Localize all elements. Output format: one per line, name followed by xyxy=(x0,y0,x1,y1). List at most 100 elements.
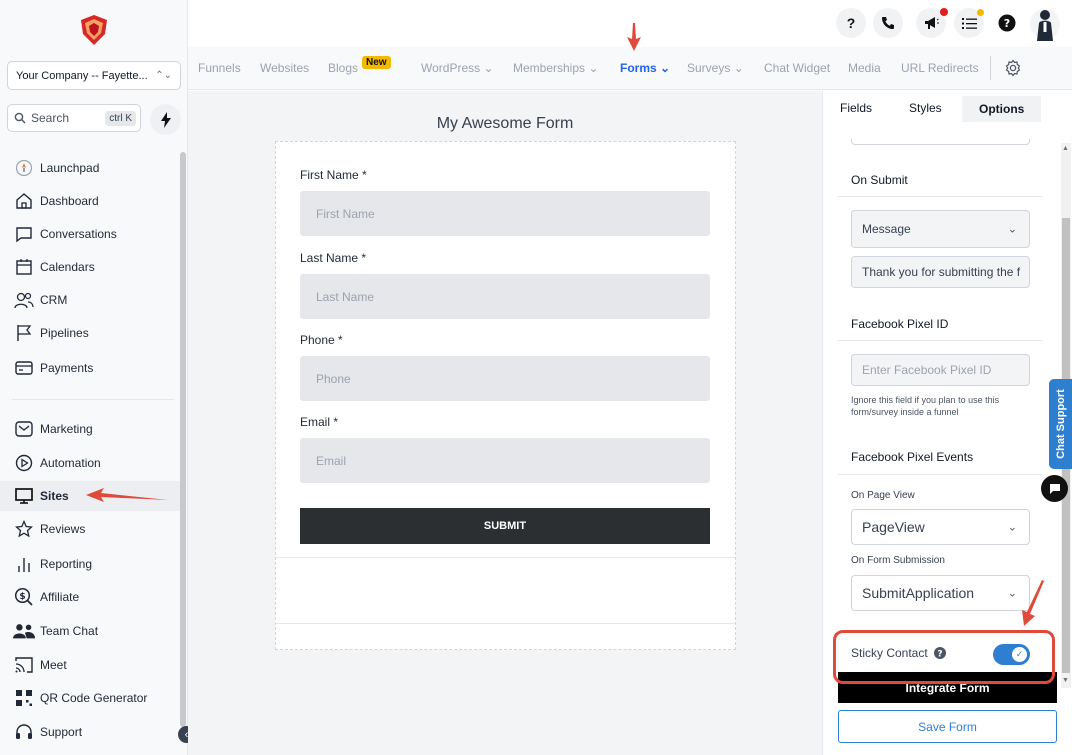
sidebar-scrollbar[interactable] xyxy=(180,152,186,727)
sidebar-item-reporting[interactable]: Reporting xyxy=(0,549,180,579)
question-button[interactable]: ? xyxy=(992,8,1022,38)
annotation-arrow-toggle xyxy=(1022,580,1044,626)
on-page-view-label: On Page View xyxy=(851,490,915,501)
tab-forms[interactable]: Forms ⌄ xyxy=(620,61,670,75)
help-button[interactable]: ? xyxy=(836,8,866,38)
on-submit-select[interactable]: Message ⌄ xyxy=(851,210,1030,248)
tasks-dot xyxy=(977,9,984,16)
sidebar-item-label: Team Chat xyxy=(40,624,99,638)
select-value: Message xyxy=(862,222,911,236)
sidebar-item-dashboard[interactable]: Dashboard xyxy=(0,186,180,216)
sidebar-item-label: Automation xyxy=(40,456,101,470)
submit-button[interactable]: SUBMIT xyxy=(300,508,710,544)
chat-support-label: Chat Support xyxy=(1054,389,1067,459)
chat-support-tab[interactable]: Chat Support xyxy=(1049,379,1072,469)
avatar[interactable] xyxy=(1030,7,1060,41)
tab-surveys[interactable]: Surveys ⌄ xyxy=(687,61,744,75)
chevron-down-icon: ⌄ xyxy=(1007,223,1017,236)
chevron-down-icon: ⌄ xyxy=(660,61,671,75)
annotation-arrow-forms xyxy=(627,23,641,51)
facebook-pixel-id-input[interactable]: Enter Facebook Pixel ID xyxy=(851,354,1030,386)
monitor-icon xyxy=(13,485,35,507)
tab-url-redirects[interactable]: URL Redirects xyxy=(901,61,979,75)
last-name-field[interactable]: Last Name xyxy=(300,274,710,319)
phone-field[interactable]: Phone xyxy=(300,356,710,401)
tab-options[interactable]: Options xyxy=(962,96,1042,122)
first-name-field[interactable]: First Name xyxy=(300,191,710,236)
sidebar-item-reviews[interactable]: Reviews xyxy=(0,514,180,544)
cast-icon xyxy=(13,654,35,676)
form-submission-event-select[interactable]: SubmitApplication ⌄ xyxy=(851,575,1030,611)
sidebar-item-label: Reviews xyxy=(40,522,86,536)
on-submit-label: On Submit xyxy=(851,173,908,187)
email-field[interactable]: Email xyxy=(300,438,710,483)
tab-wordpress[interactable]: WordPress ⌄ xyxy=(421,61,494,75)
tab-memberships[interactable]: Memberships ⌄ xyxy=(513,61,598,75)
home-icon xyxy=(13,190,35,212)
chat-bubble-button[interactable] xyxy=(1041,475,1068,502)
pixel-id-hint: Ignore this field if you plan to use thi… xyxy=(851,395,1000,417)
mail-icon xyxy=(13,418,35,440)
sidebar-item-label: QR Code Generator xyxy=(40,691,148,705)
play-icon xyxy=(13,452,35,474)
quick-actions-button[interactable] xyxy=(150,104,181,135)
sidebar-item-launchpad[interactable]: Launchpad xyxy=(0,153,180,183)
company-name: Your Company -- Fayette... xyxy=(16,69,148,82)
svg-text:$: $ xyxy=(19,592,25,602)
payments-icon xyxy=(13,357,35,379)
sidebar-item-calendars[interactable]: Calendars xyxy=(0,252,180,282)
sidebar-item-support[interactable]: Support xyxy=(0,717,180,747)
sidebar-item-team-chat[interactable]: Team Chat xyxy=(0,616,180,646)
sidebar-divider xyxy=(12,399,174,400)
search-shortcut: ctrl K xyxy=(105,110,136,126)
sidebar-item-automation[interactable]: Automation xyxy=(0,448,180,478)
tab-funnels[interactable]: Funnels xyxy=(198,61,241,75)
sidebar-item-label: Reporting xyxy=(40,557,93,571)
tab-blogs[interactable]: Blogs xyxy=(328,61,358,75)
email-label: Email * xyxy=(300,415,339,429)
company-switcher[interactable]: Your Company -- Fayette... ⌃⌄ xyxy=(7,61,181,90)
search-box[interactable]: Search ctrl K xyxy=(7,104,141,132)
page-view-event-select[interactable]: PageView ⌄ xyxy=(851,509,1030,545)
panel-divider xyxy=(838,340,1042,341)
sidebar-item-pipelines[interactable]: Pipelines xyxy=(0,318,180,348)
tab-fields[interactable]: Fields xyxy=(840,101,872,115)
sidebar-item-label: Marketing xyxy=(40,422,93,436)
team-icon xyxy=(13,620,35,642)
on-form-submission-label: On Form Submission xyxy=(851,555,945,566)
tab-label: WordPress xyxy=(421,61,481,75)
tab-styles[interactable]: Styles xyxy=(909,101,942,115)
chevron-down-icon: ⌄ xyxy=(483,61,494,75)
phone-icon xyxy=(882,17,894,29)
save-form-button[interactable]: Save Form xyxy=(838,710,1057,743)
input-placeholder: Enter Facebook Pixel ID xyxy=(862,363,992,377)
sidebar-item-crm[interactable]: CRM xyxy=(0,285,180,315)
phone-label: Phone * xyxy=(300,333,343,347)
scroll-down-icon[interactable]: ▼ xyxy=(1062,677,1069,684)
tab-media[interactable]: Media xyxy=(848,61,881,75)
flag-icon xyxy=(13,322,35,344)
phone-button[interactable] xyxy=(873,8,903,38)
previous-field-edge xyxy=(851,139,1030,145)
sidebar-item-conversations[interactable]: Conversations xyxy=(0,219,180,249)
chevron-down-icon: ⌄ xyxy=(1007,587,1017,600)
sidebar-item-meet[interactable]: Meet xyxy=(0,650,180,680)
form-section-divider xyxy=(276,623,735,624)
scroll-up-icon[interactable]: ▲ xyxy=(1062,145,1069,152)
sidebar-item-label: Sites xyxy=(40,489,69,503)
submit-message-input[interactable]: Thank you for submitting the f xyxy=(851,256,1030,288)
sidebar-item-payments[interactable]: Payments xyxy=(0,353,180,383)
gear-icon[interactable] xyxy=(1004,59,1022,77)
facebook-pixel-events-label: Facebook Pixel Events xyxy=(851,450,974,464)
tab-chat-widget[interactable]: Chat Widget xyxy=(764,61,830,75)
tab-label: Forms xyxy=(620,61,657,75)
sidebar-item-marketing[interactable]: Marketing xyxy=(0,414,180,444)
form-title: My Awesome Form xyxy=(436,115,574,132)
chevron-down-icon: ⌄ xyxy=(588,61,599,75)
sidebar-item-qr-code-generator[interactable]: QR Code Generator xyxy=(0,683,180,713)
tab-websites[interactable]: Websites xyxy=(260,61,309,75)
sidebar-item-affiliate[interactable]: $ Affiliate xyxy=(0,582,180,612)
field-placeholder: Email xyxy=(316,453,347,468)
facebook-pixel-id-label: Facebook Pixel ID xyxy=(851,317,949,331)
question-icon: ? xyxy=(998,14,1016,32)
